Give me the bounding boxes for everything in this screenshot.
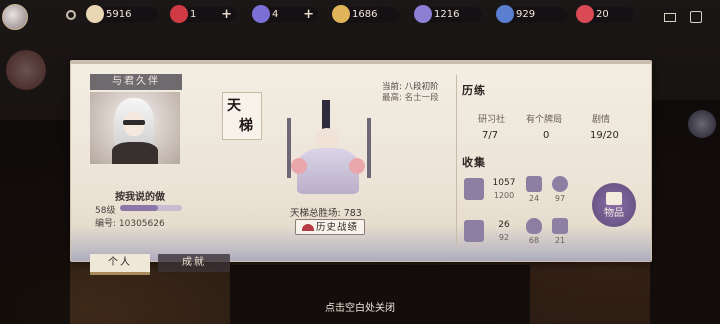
ladder-mark: 天 梯 <box>222 92 262 140</box>
close-hint: 点击空白处关闭 <box>325 303 395 314</box>
resource-stamina[interactable]: 1216 <box>414 5 482 23</box>
resource-ruby[interactable]: 1 + <box>170 5 236 23</box>
add-amulet-button[interactable]: + <box>303 7 314 23</box>
items-button[interactable]: 物品 <box>592 183 636 227</box>
level-progress-bar <box>120 205 182 211</box>
cards-icon <box>464 178 484 200</box>
stat-label: 有个牌局 <box>526 115 563 125</box>
player-name: 按我说的做 <box>115 192 165 203</box>
player-id: 编号: 10305626 <box>95 219 165 229</box>
stat-label: 剧情 <box>592 115 611 125</box>
coin-value: 5916 <box>106 9 132 20</box>
heart-icon <box>576 5 594 23</box>
jade-value: 929 <box>516 9 536 20</box>
player-portrait[interactable] <box>90 92 180 164</box>
panel-divider <box>456 75 457 245</box>
add-ruby-button[interactable]: + <box>221 7 232 23</box>
ladder-wins: 天梯总胜场: 783 <box>290 208 362 219</box>
ticket-value: 1686 <box>352 9 378 20</box>
fullscreen-icon[interactable] <box>690 11 702 23</box>
highest-rank: 最高: 名士一段 <box>382 93 439 103</box>
experience-heading: 历练 <box>462 84 486 97</box>
ruby-icon <box>170 5 188 23</box>
amulet-icon <box>252 5 270 23</box>
tab-achievements[interactable]: 成就 <box>158 254 230 272</box>
resource-jade[interactable]: 929 <box>496 5 568 23</box>
coin-icon <box>86 5 104 23</box>
gift-icon <box>606 192 622 205</box>
player-avatar-icon[interactable] <box>2 4 28 30</box>
portrait-cards-icon <box>526 176 542 192</box>
flame-icon <box>526 218 542 234</box>
rank-statue-image <box>285 100 375 200</box>
stat-value: 0 <box>543 130 550 141</box>
ruby-value: 1 <box>190 9 197 20</box>
jade-icon <box>496 5 514 23</box>
tab-personal[interactable]: 个人 <box>90 254 150 275</box>
stat-value: 19/20 <box>590 130 619 141</box>
mail-icon[interactable] <box>664 13 676 22</box>
resource-coin[interactable]: 5916 <box>86 5 158 23</box>
player-level: 58级 <box>95 206 116 216</box>
amulet-value: 4 <box>272 9 279 20</box>
stat-label: 研习社 <box>478 115 506 125</box>
fan-icon <box>302 224 314 231</box>
gear-icon[interactable] <box>66 10 76 20</box>
heart-value: 20 <box>596 9 609 20</box>
stamina-value: 1216 <box>434 9 460 20</box>
outfit-icon <box>464 220 484 242</box>
resource-heart[interactable]: 20 <box>576 5 634 23</box>
resource-amulet[interactable]: 4 + <box>252 5 318 23</box>
ticket-icon <box>332 5 350 23</box>
history-button[interactable]: 历史战绩 <box>295 219 365 235</box>
stat-value: 7/7 <box>482 130 499 141</box>
avatar-icon <box>552 176 568 192</box>
resource-gold-ticket[interactable]: 1686 <box>332 5 400 23</box>
card-title: 与君久伴 <box>90 74 182 90</box>
top-bar: 5916 1 + 4 + 1686 1216 929 20 <box>0 4 720 30</box>
collection-heading: 收集 <box>462 156 486 169</box>
stamina-icon <box>414 5 432 23</box>
emote-icon <box>552 218 568 234</box>
